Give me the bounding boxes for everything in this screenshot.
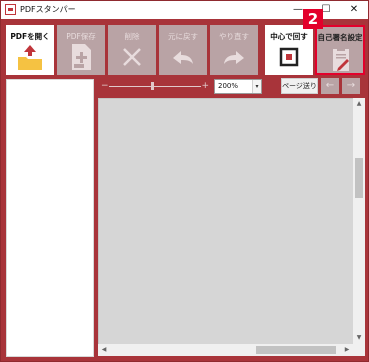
page-list-panel[interactable]	[6, 79, 94, 357]
chevron-down-icon[interactable]: ▾	[252, 80, 261, 93]
delete-label: 削除	[124, 32, 140, 41]
clipboard-pen-icon	[333, 47, 349, 71]
scroll-down-icon[interactable]: ▼	[353, 332, 365, 344]
redo-label: やり直す	[219, 32, 249, 41]
arrow-left-icon	[173, 51, 193, 64]
vertical-scrollbar[interactable]: ▲ ▼	[353, 98, 365, 344]
center-square-icon	[279, 47, 299, 67]
scroll-left-icon[interactable]: ◀	[98, 344, 110, 356]
step-badge: 2	[303, 9, 323, 29]
self-signature-settings-button[interactable]: 自己署名設定	[315, 25, 365, 75]
horizontal-scroll-thumb[interactable]	[256, 346, 336, 354]
arrow-right-icon	[224, 51, 244, 64]
undo-button[interactable]: 元に戻す	[159, 25, 207, 75]
pdf-canvas[interactable]	[98, 98, 365, 356]
zoom-plus: +	[201, 81, 209, 91]
zoom-slider-track	[109, 86, 201, 87]
x-icon	[123, 48, 141, 66]
previous-page-button[interactable]: ←	[321, 78, 339, 94]
save-pdf-button[interactable]: PDF保存	[57, 25, 105, 75]
self-signature-settings-label: 自己署名設定	[317, 33, 363, 42]
undo-label: 元に戻す	[168, 32, 198, 41]
delete-button[interactable]: 削除	[108, 25, 156, 75]
document-add-icon	[72, 44, 91, 70]
folder-upload-icon	[18, 45, 42, 70]
zoom-minus: −	[101, 81, 109, 91]
save-pdf-label: PDF保存	[66, 32, 96, 41]
scrollbar-corner	[353, 344, 365, 356]
redo-button[interactable]: やり直す	[210, 25, 258, 75]
zoom-slider-thumb[interactable]	[151, 82, 154, 90]
open-pdf-label: PDFを開く	[10, 32, 50, 41]
next-page-button[interactable]: →	[342, 78, 360, 94]
scroll-right-icon[interactable]: ▶	[341, 344, 353, 356]
open-pdf-button[interactable]: PDFを開く	[6, 25, 54, 75]
zoom-select[interactable]: 200% ▾	[214, 79, 262, 94]
zoom-value: 200%	[218, 82, 239, 90]
app-window: PDFスタンパー — ☐ ✕ PDFを開く PDF保存 削除 元に戻す やり直す	[0, 0, 369, 362]
zoom-slider[interactable]: − +	[101, 81, 209, 93]
center-rotate-button[interactable]: 中心で回す	[265, 25, 313, 75]
vertical-scroll-thumb[interactable]	[355, 158, 363, 198]
page-nav-label: ページ送り	[281, 78, 318, 94]
close-button[interactable]: ✕	[340, 1, 368, 19]
horizontal-scrollbar[interactable]: ◀ ▶	[98, 344, 353, 356]
scroll-up-icon[interactable]: ▲	[353, 98, 365, 110]
window-title: PDFスタンパー	[20, 5, 76, 14]
app-icon	[5, 4, 16, 15]
center-rotate-label: 中心で回す	[270, 32, 308, 41]
